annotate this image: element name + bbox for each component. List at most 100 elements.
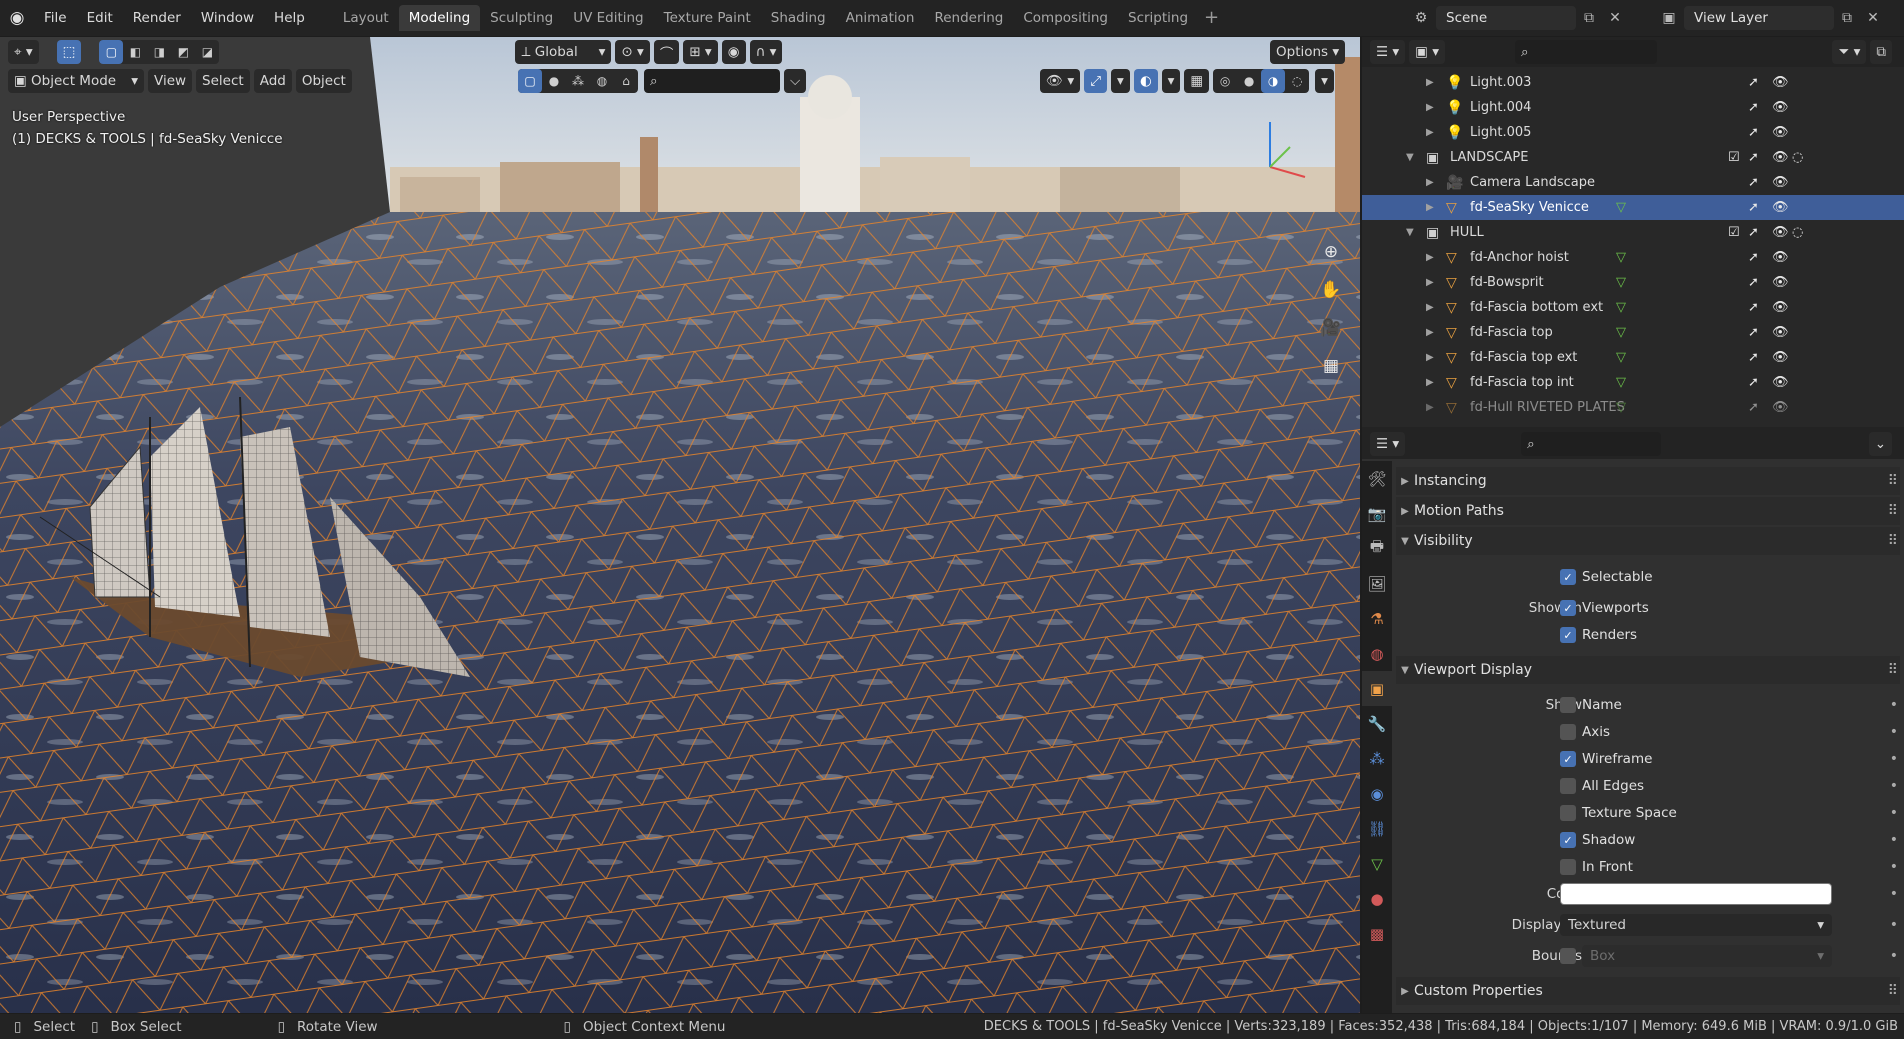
- section-viewport-display[interactable]: ▼ Viewport Display ⠿: [1396, 656, 1900, 684]
- keyframe-dot-icon[interactable]: •: [1890, 917, 1898, 933]
- outliner-row[interactable]: ▶ ▽ fd-Anchor hoist ➚ 👁 ▽: [1362, 245, 1904, 270]
- particles-tab-icon[interactable]: ⁂: [1362, 741, 1392, 776]
- menu-render[interactable]: Render: [123, 0, 191, 36]
- renders-checkbox[interactable]: ✓: [1560, 627, 1576, 643]
- falloff-icon[interactable]: ∩ ▾: [749, 40, 783, 64]
- keyframe-dot-icon[interactable]: •: [1890, 832, 1898, 848]
- visibility-eye-icon[interactable]: 👁: [1772, 300, 1789, 315]
- collapsed-arrow-icon[interactable]: ▶: [1426, 327, 1434, 338]
- snap-target-icon[interactable]: ⊞ ▾: [683, 40, 718, 64]
- selectable-arrow-icon[interactable]: ➚: [1748, 375, 1759, 390]
- transform-orientation-dropdown[interactable]: ⟂ Global ▾: [515, 40, 612, 64]
- tab-uv-editing[interactable]: UV Editing: [563, 5, 653, 31]
- visibility-eye-icon[interactable]: 👁: [1772, 400, 1789, 415]
- outliner-search-input[interactable]: ⌕: [1515, 40, 1657, 64]
- tab-texture-paint[interactable]: Texture Paint: [654, 5, 761, 31]
- visibility-eye-icon[interactable]: 👁: [1772, 175, 1789, 190]
- filter-camera-icon[interactable]: ⌂: [614, 69, 638, 93]
- display-as-dropdown[interactable]: Textured ▾: [1560, 914, 1832, 936]
- rendered-shading-icon[interactable]: ◌: [1285, 69, 1309, 93]
- selectable-arrow-icon[interactable]: ➚: [1748, 250, 1759, 265]
- collapsed-arrow-icon[interactable]: ▶: [1426, 302, 1434, 313]
- tab-compositing[interactable]: Compositing: [1013, 5, 1118, 31]
- selectable-arrow-icon[interactable]: ➚: [1748, 150, 1759, 165]
- tab-layout[interactable]: Layout: [333, 5, 399, 31]
- filter-world-icon[interactable]: ◍: [590, 69, 614, 93]
- editor-type-icon[interactable]: ⌖ ▾: [8, 40, 39, 64]
- xray-icon[interactable]: ▦: [1184, 69, 1210, 93]
- select-new-icon[interactable]: ▢: [99, 40, 124, 64]
- delete-view-layer-icon[interactable]: ✕: [1860, 6, 1886, 30]
- visibility-eye-icon[interactable]: 👁: [1772, 75, 1789, 90]
- modifier-tab-icon[interactable]: 🔧: [1362, 706, 1392, 741]
- bounds-dropdown[interactable]: Box ▾: [1582, 945, 1832, 967]
- exclude-checkbox-icon[interactable]: ☑: [1728, 150, 1740, 165]
- keyframe-dot-icon[interactable]: •: [1890, 859, 1898, 875]
- properties-search-input[interactable]: ⌕: [1521, 432, 1662, 456]
- keyframe-dot-icon[interactable]: •: [1890, 778, 1898, 794]
- selectable-arrow-icon[interactable]: ➚: [1748, 325, 1759, 340]
- section-custom-properties[interactable]: ▶ Custom Properties ⠿: [1396, 977, 1900, 1005]
- section-motion-paths[interactable]: ▶ Motion Paths ⠿: [1396, 497, 1900, 525]
- menu-select[interactable]: Select: [196, 69, 250, 93]
- display-mode-icon[interactable]: ▣ ▾: [1409, 40, 1445, 64]
- filter-mesh-icon[interactable]: ▢: [518, 69, 542, 93]
- mesh-data-icon[interactable]: ▽: [1616, 350, 1626, 365]
- tab-shading[interactable]: Shading: [761, 5, 836, 31]
- scene-tab-icon[interactable]: ⚗: [1362, 601, 1392, 636]
- outliner-row[interactable]: ▶ ▽ fd-Fascia top int ➚ 👁 ▽: [1362, 370, 1904, 395]
- zoom-icon[interactable]: ⊕: [1316, 237, 1346, 267]
- select-intersect-icon[interactable]: ◪: [195, 40, 219, 64]
- selectable-arrow-icon[interactable]: ➚: [1748, 200, 1759, 215]
- expanded-arrow-icon[interactable]: ▼: [1406, 152, 1414, 163]
- properties-editor-icon[interactable]: ☰ ▾: [1370, 432, 1406, 456]
- mesh-data-icon[interactable]: ▽: [1616, 300, 1626, 315]
- keyframe-dot-icon[interactable]: •: [1890, 948, 1898, 964]
- selectable-checkbox[interactable]: ✓: [1560, 569, 1576, 585]
- keyframe-dot-icon[interactable]: •: [1890, 724, 1898, 740]
- menu-add[interactable]: Add: [253, 69, 292, 93]
- collapsed-arrow-icon[interactable]: ▶: [1426, 377, 1434, 388]
- visibility-eye-icon[interactable]: 👁: [1772, 200, 1789, 215]
- viewports-checkbox[interactable]: ✓: [1560, 600, 1576, 616]
- shading-dropdown-icon[interactable]: ▾: [1315, 69, 1334, 93]
- selectable-arrow-icon[interactable]: ➚: [1748, 400, 1759, 415]
- visibility-eye-icon[interactable]: 👁: [1772, 275, 1789, 290]
- outliner-row[interactable]: ▶ 💡 Light.003 ➚ 👁: [1362, 70, 1904, 95]
- axis-checkbox[interactable]: [1560, 724, 1576, 740]
- blender-logo-icon[interactable]: ◉: [0, 0, 34, 36]
- collapsed-arrow-icon[interactable]: ▶: [1426, 127, 1434, 138]
- expanded-arrow-icon[interactable]: ▼: [1406, 227, 1414, 238]
- mesh-data-icon[interactable]: ▽: [1616, 275, 1626, 290]
- camera-view-icon[interactable]: 🎥: [1316, 313, 1346, 343]
- tab-rendering[interactable]: Rendering: [924, 5, 1013, 31]
- keyframe-dot-icon[interactable]: •: [1890, 751, 1898, 767]
- overlay-dropdown-icon[interactable]: ▾: [1161, 69, 1181, 93]
- visibility-eye-icon[interactable]: 👁: [1772, 225, 1789, 240]
- new-collection-icon[interactable]: ⧉: [1870, 40, 1892, 64]
- menu-view[interactable]: View: [148, 69, 193, 93]
- pivot-point-icon[interactable]: ⊙ ▾: [615, 40, 650, 64]
- tab-animation[interactable]: Animation: [836, 5, 925, 31]
- all-edges-checkbox[interactable]: [1560, 778, 1576, 794]
- selectable-arrow-icon[interactable]: ➚: [1748, 275, 1759, 290]
- menu-window[interactable]: Window: [191, 0, 264, 36]
- selectable-arrow-icon[interactable]: ➚: [1748, 225, 1759, 240]
- filter-funnel-icon[interactable]: ⏷ ▾: [1832, 40, 1867, 64]
- outliner-row[interactable]: ▶ ▽ fd-SeaSky Venicce ➚ 👁 ▽: [1362, 195, 1904, 220]
- gizmo-toggle-icon[interactable]: ⤢: [1084, 69, 1108, 93]
- tool-tab-icon[interactable]: 🛠: [1362, 461, 1392, 496]
- collapsed-arrow-icon[interactable]: ▶: [1426, 402, 1434, 413]
- selectable-arrow-icon[interactable]: ➚: [1748, 175, 1759, 190]
- scene-field[interactable]: Scene: [1436, 6, 1576, 30]
- in-front-checkbox[interactable]: [1560, 859, 1576, 875]
- outliner-row[interactable]: ▶ 💡 Light.004 ➚ 👁: [1362, 95, 1904, 120]
- collapsed-arrow-icon[interactable]: ▶: [1426, 202, 1434, 213]
- 3d-viewport[interactable]: ⌖ ▾ ⬚ ▢ ◧ ◨ ◩ ◪ ⟂ Global ▾ ⊙ ▾ ⌒ ⊞ ▾ ◉ ∩…: [0, 37, 1360, 1013]
- ortho-grid-icon[interactable]: ▦: [1316, 351, 1346, 381]
- world-tab-icon[interactable]: ◍: [1362, 636, 1392, 671]
- visibility-eye-icon[interactable]: 👁: [1772, 325, 1789, 340]
- scene-icon[interactable]: ⚙: [1408, 6, 1434, 30]
- menu-edit[interactable]: Edit: [77, 0, 123, 36]
- visibility-eye-icon[interactable]: 👁: [1772, 350, 1789, 365]
